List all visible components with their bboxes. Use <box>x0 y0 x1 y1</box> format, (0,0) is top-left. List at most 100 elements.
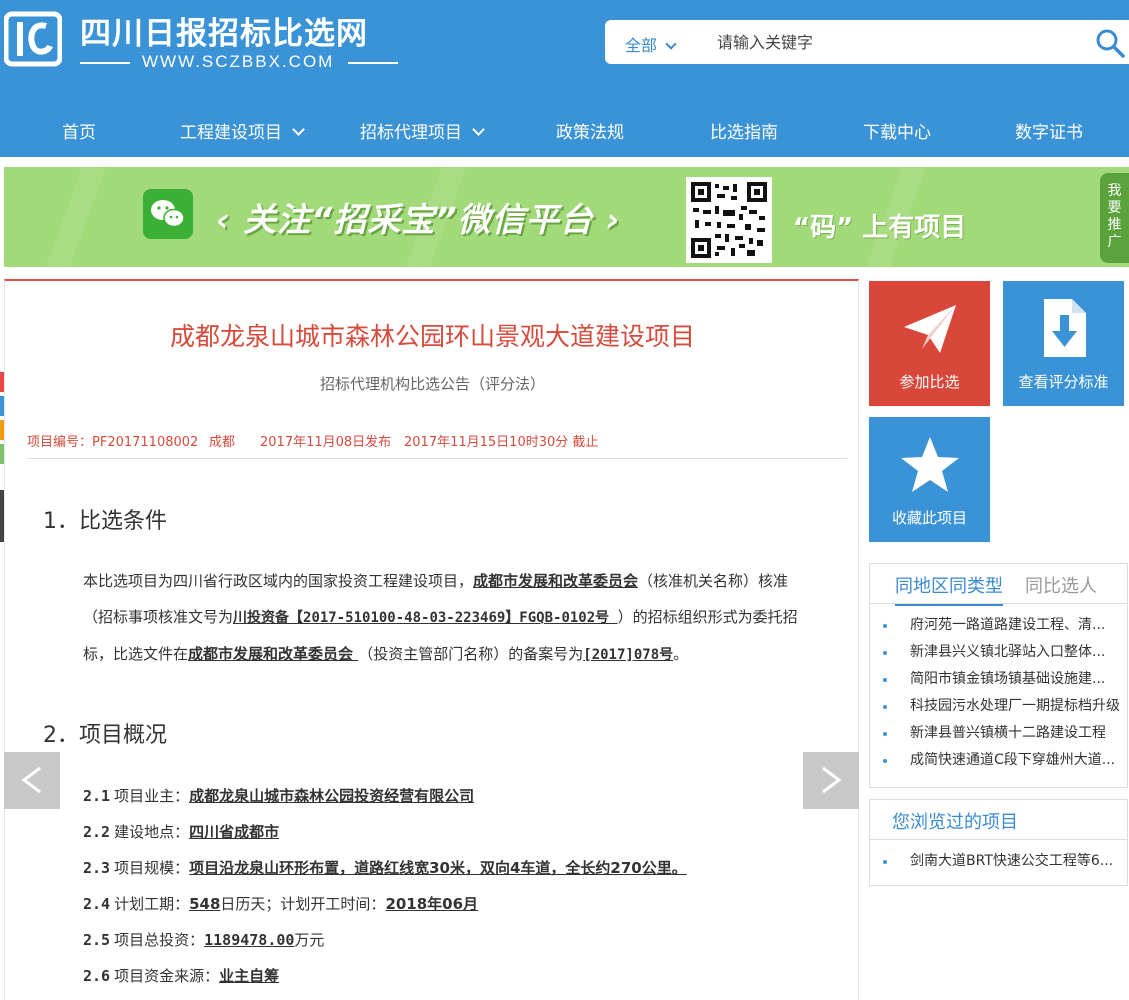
related-tabs: 同地区同类型 同比选人 <box>870 564 1127 606</box>
site-header: 四川日报招标比选网 WWW.SCZBBX.COM 全部 首页 工程建设项目 招标… <box>0 0 1129 157</box>
browsing-history-panel: 您浏览过的项目 剑南大道BRT快速公交工程等6... <box>869 799 1128 886</box>
detail-label: 建设地点： <box>114 823 190 841</box>
view-scoring-button[interactable]: 查看评分标准 <box>1003 281 1124 406</box>
detail-value[interactable]: 548 <box>189 895 220 913</box>
conditions-text: ）的招标组织形式为委托招 <box>617 608 798 626</box>
deadline-date: 2017年11月15日10时30分 截止 <box>404 435 599 450</box>
site-logo-icon[interactable] <box>4 8 62 68</box>
filer-link[interactable]: 成都市发展和改革委员会 <box>188 645 358 663</box>
list-item[interactable]: 新津县兴义镇北驿站入口整体... <box>870 639 1127 666</box>
favorite-project-label: 收藏此项目 <box>891 509 967 527</box>
wechat-banner[interactable]: ‹ 关注“招采宝”微信平台 › “码” 上有项目 我要推广 <box>4 167 1129 267</box>
detail-suffix: 万元 <box>294 931 325 949</box>
search-scope-label: 全部 <box>625 36 658 55</box>
nav-item-label: 数字证书 <box>1015 123 1083 143</box>
prev-arrow-icon[interactable] <box>4 752 60 809</box>
history-list: 剑南大道BRT快速公交工程等6... <box>870 848 1127 875</box>
banner-tagline: “码” 上有项目 <box>793 213 967 243</box>
detail-value[interactable]: 成都龙泉山城市森林公园投资经营有限公司 <box>189 787 474 805</box>
paper-plane-icon <box>903 305 956 353</box>
related-list: 府河苑一路道路建设工程、清... 新津县兴义镇北驿站入口整体... 简阳市镇金镇… <box>870 612 1127 774</box>
detail-row-owner: 2.1 项目业主：成都龙泉山城市森林公园投资经营有限公司 <box>83 785 474 806</box>
nav-item-label: 下载中心 <box>863 123 931 143</box>
qr-code-icon <box>686 177 772 263</box>
chevron-down-icon <box>292 123 305 136</box>
detail-label: 项目规模： <box>114 859 190 877</box>
nav-item-guide[interactable]: 比选指南 <box>710 118 778 143</box>
approver-link[interactable]: 成都市发展和改革委员会 <box>473 572 638 590</box>
conditions-text: 标，比选文件在 <box>83 645 189 663</box>
nav-item-construction-projects[interactable]: 工程建设项目 <box>180 118 305 143</box>
chevron-down-icon <box>472 123 485 136</box>
banner-stripe <box>45 167 107 267</box>
tab-same-region[interactable]: 同地区同类型 <box>895 572 1003 606</box>
publish-date: 2017年11月08日发布 <box>260 435 392 450</box>
view-scoring-label: 查看评分标准 <box>1018 373 1109 391</box>
join-bidding-button[interactable]: 参加比选 <box>869 281 990 406</box>
detail-label: 项目总投资： <box>114 931 205 949</box>
nav-item-label: 招标代理项目 <box>360 123 462 143</box>
detail-num: 2.1 <box>83 787 111 805</box>
nav-item-digital-cert[interactable]: 数字证书 <box>1015 118 1083 143</box>
banner-slogan: ‹ 关注“招采宝”微信平台 › <box>216 200 621 239</box>
page-subtitle: 招标代理机构比选公告（评分法） <box>319 375 545 393</box>
next-arrow-icon[interactable] <box>803 752 859 809</box>
download-doc-icon <box>1043 299 1086 357</box>
conditions-paragraph: 本比选项目为四川省行政区域内的国家投资工程建设项目，成都市发展和改革委员会（核准… <box>83 563 835 673</box>
announcement-article: 成都龙泉山城市森林公园环山景观大道建设项目 招标代理机构比选公告（评分法） 项目… <box>0 279 859 1000</box>
detail-num: 2.2 <box>83 823 111 841</box>
list-item[interactable]: 科技园污水处理厂一期提标档升级 <box>870 693 1127 720</box>
promote-tab-label: 我要推广 <box>1107 183 1122 250</box>
article-meta: 项目编号：PF20171108002 成都 2017年11月08日发布 2017… <box>27 429 847 459</box>
detail-label: 计划工期： <box>114 895 190 913</box>
page-title: 成都龙泉山城市森林公园环山景观大道建设项目 <box>169 322 695 351</box>
nav-item-label: 工程建设项目 <box>180 123 282 143</box>
tab-same-bidder[interactable]: 同比选人 <box>1025 572 1097 598</box>
detail-row-scale: 2.3 项目规模：项目沿龙泉山环形布置，道路红线宽30米，双向4车道，全长约270… <box>83 857 687 878</box>
list-item[interactable]: 剑南大道BRT快速公交工程等6... <box>870 848 1127 875</box>
detail-value[interactable]: 1189478.00 <box>204 931 294 949</box>
detail-label: 项目资金来源： <box>114 967 220 985</box>
detail-num: 2.6 <box>83 967 111 985</box>
nav-item-label: 政策法规 <box>556 123 624 143</box>
nav-item-agency-projects[interactable]: 招标代理项目 <box>360 118 485 143</box>
search-bar: 全部 <box>605 20 1129 64</box>
section-title-conditions: 1．比选条件 <box>43 509 167 534</box>
nav-item-label: 比选指南 <box>710 123 778 143</box>
section-marker <box>0 490 4 542</box>
detail-row-duration: 2.4 计划工期：548日历天；计划开工时间：2018年06月 <box>83 893 478 914</box>
record-number-link[interactable]: [2017]078号 <box>583 647 673 663</box>
list-item[interactable]: 成简快速通道C段下穿雄州大道... <box>870 747 1127 774</box>
chevron-down-icon <box>665 38 677 50</box>
detail-value[interactable]: 四川省成都市 <box>189 823 279 841</box>
site-url: WWW.SCZBBX.COM <box>142 52 335 71</box>
wechat-icon <box>143 189 193 239</box>
nav-item-downloads[interactable]: 下载中心 <box>863 118 931 143</box>
search-input[interactable] <box>717 27 1077 57</box>
search-icon[interactable] <box>1095 28 1125 58</box>
detail-value[interactable]: 业主自筹 <box>219 967 279 985</box>
detail-num: 2.3 <box>83 859 111 877</box>
detail-num: 2.5 <box>83 931 111 949</box>
promote-tab[interactable]: 我要推广 <box>1100 173 1129 263</box>
history-header: 您浏览过的项目 <box>870 800 1127 840</box>
detail-row-investment: 2.5 项目总投资：1189478.00万元 <box>83 929 324 950</box>
related-projects-panel: 同地区同类型 同比选人 府河苑一路道路建设工程、清... 新津县兴义镇北驿站入口… <box>869 563 1128 788</box>
detail-value-start[interactable]: 2018年06月 <box>385 895 478 913</box>
search-scope-dropdown[interactable]: 全部 <box>625 32 677 56</box>
list-item[interactable]: 新津县普兴镇横十二路建设工程 <box>870 720 1127 747</box>
nav-item-policies[interactable]: 政策法规 <box>556 118 624 143</box>
favorite-project-button[interactable]: 收藏此项目 <box>869 417 990 542</box>
nav-item-home[interactable]: 首页 <box>62 118 96 143</box>
site-title[interactable]: 四川日报招标比选网 <box>80 8 368 53</box>
conditions-text: （投资主管部门名称）的备案号为 <box>358 645 584 663</box>
project-number: 项目编号：PF20171108002 <box>27 435 199 450</box>
detail-value[interactable]: 项目沿龙泉山环形布置，道路红线宽30米，双向4车道，全长约270公里。 <box>189 859 687 877</box>
approval-number-link[interactable]: 川投资备【2017-510100-48-03-223469】FGQB-0102号 <box>233 610 618 626</box>
conditions-text: 本比选项目为四川省行政区域内的国家投资工程建设项目， <box>83 572 474 590</box>
list-item[interactable]: 府河苑一路道路建设工程、清... <box>870 612 1127 639</box>
conditions-text: （招标事项核准文号为 <box>83 608 234 626</box>
conditions-text: 。 <box>673 645 689 663</box>
list-item[interactable]: 简阳市镇金镇场镇基础设施建... <box>870 666 1127 693</box>
section-title-overview: 2．项目概况 <box>43 723 167 748</box>
